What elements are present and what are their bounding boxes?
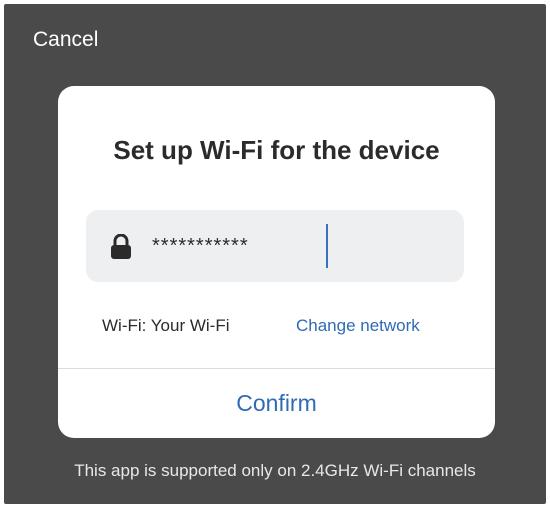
change-network-link[interactable]: Change network <box>296 314 420 338</box>
cancel-button[interactable]: Cancel <box>33 26 98 54</box>
text-cursor <box>326 224 328 268</box>
confirm-button[interactable]: Confirm <box>58 369 495 438</box>
dialog-title: Set up Wi-Fi for the device <box>113 135 440 165</box>
password-field[interactable]: *********** <box>86 210 464 282</box>
wifi-setup-dialog: Set up Wi-Fi for the device *********** … <box>58 86 495 438</box>
app-screen: Cancel Set up Wi-Fi for the device *****… <box>4 4 546 504</box>
current-network-label: Wi-Fi: Your Wi-Fi <box>102 316 230 335</box>
support-notice: This app is supported only on 2.4GHz Wi-… <box>74 461 476 480</box>
password-value: *********** <box>152 235 249 257</box>
lock-icon <box>110 233 132 260</box>
